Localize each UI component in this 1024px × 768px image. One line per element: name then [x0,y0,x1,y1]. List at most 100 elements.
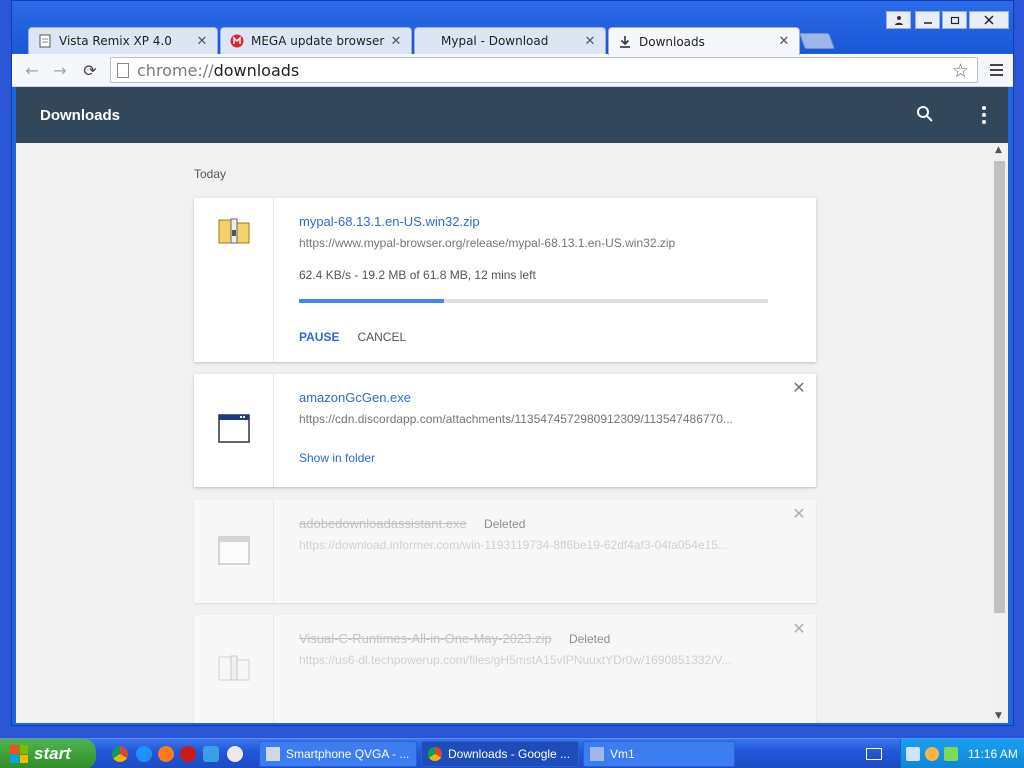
tab-label: MEGA update browser [251,34,385,48]
file-url[interactable]: https://cdn.discordapp.com/attachments/1… [299,412,776,426]
app-quicklaunch-icon[interactable] [203,746,219,762]
ie-quicklaunch-icon[interactable] [136,746,152,762]
system-tray: 11:16 AM [900,739,1024,768]
file-name-link[interactable]: mypal-68.13.1.en-US.win32.zip [299,214,776,229]
close-icon[interactable]: ✕ [777,34,791,49]
profile-button[interactable] [886,11,911,29]
download-card-deleted: adobedownloadassistant.exe Deleted https… [194,500,816,603]
close-window-button[interactable] [969,11,1009,29]
hamburger-icon [990,64,1003,66]
download-details: amazonGcGen.exe https://cdn.discordapp.c… [299,390,776,465]
page-scrollbar[interactable]: ▲ ▼ [991,143,1008,723]
remove-from-list-button[interactable]: ✕ [792,506,806,523]
cancel-button[interactable]: CANCEL [357,330,406,344]
file-icon-column [194,500,274,603]
forward-button[interactable]: → [48,59,72,81]
deleted-badge: Deleted [484,517,526,531]
search-button[interactable] [916,105,936,125]
close-icon: ✕ [792,506,806,523]
scroll-down-icon[interactable]: ▼ [995,711,1002,721]
taskbar-item-vm1[interactable]: Vm1 [583,741,735,767]
download-card: amazonGcGen.exe https://cdn.discordapp.c… [194,374,816,487]
downloads-header: Downloads [16,87,1008,143]
download-details: adobedownloadassistant.exe Deleted https… [299,516,776,552]
close-icon: ✕ [792,621,806,638]
page-icon [37,33,53,49]
download-card: mypal-68.13.1.en-US.win32.zip https://ww… [194,198,816,362]
tab-label: Vista Remix XP 4.0 [59,34,172,48]
progress-bar [299,299,768,303]
network-icon[interactable] [906,747,920,761]
bookmark-star-icon[interactable]: ☆ [952,60,969,82]
reload-button[interactable]: ⟳ [78,59,102,81]
download-card-deleted: Visual-C-Runtimes-All-in-One-May-2023.zi… [194,615,816,723]
start-button[interactable]: start [0,739,96,768]
exe-file-icon [218,536,250,565]
file-name-link[interactable]: amazonGcGen.exe [299,390,776,405]
zip-file-icon [218,218,250,244]
app-window-icon [266,747,280,761]
url-scheme: chrome:// [137,60,214,80]
tab-mypal-download[interactable]: Mypal - Download ✕ [414,27,606,54]
pause-button[interactable]: PAUSE [299,330,339,344]
firefox-quicklaunch-icon[interactable] [158,746,174,762]
downloads-page: Downloads ▲ ▼ Today mypal-68.13.1.en-US.… [16,87,1008,723]
scrollbar-thumb[interactable] [994,161,1005,613]
close-icon[interactable]: ✕ [583,34,597,49]
download-details: Visual-C-Runtimes-All-in-One-May-2023.zi… [299,631,776,667]
new-tab-button[interactable] [799,33,835,49]
close-icon[interactable]: ✕ [195,34,209,49]
scroll-up-icon[interactable]: ▲ [995,145,1002,155]
reload-icon: ⟳ [83,60,97,80]
chrome-quicklaunch-icon[interactable] [112,746,128,762]
minimize-icon [923,22,932,24]
back-button[interactable]: ← [20,59,44,81]
file-icon-column [194,374,274,487]
taskbar: start Smartphone QVGA - ... Downloads - … [0,738,1024,768]
download-details: mypal-68.13.1.en-US.win32.zip https://ww… [299,214,776,344]
media-quicklaunch-icon[interactable] [227,746,243,762]
close-icon[interactable]: ✕ [389,34,403,49]
tab-strip: Vista Remix XP 4.0 ✕ MEGA update browser… [12,1,1013,55]
search-tray-icon[interactable] [925,747,939,761]
taskbar-item-smartphone[interactable]: Smartphone QVGA - ... [259,741,417,767]
file-name: adobedownloadassistant.exe [299,516,467,531]
show-in-folder-link[interactable]: Show in folder [299,451,776,465]
remove-from-list-button[interactable]: ✕ [792,381,806,397]
address-bar[interactable]: chrome:// downloads ☆ [110,57,978,83]
maximize-button[interactable] [942,11,967,29]
tab-downloads[interactable]: Downloads ✕ [608,27,800,55]
minimize-button[interactable] [915,11,940,29]
file-icon-column [194,198,274,362]
volume-icon[interactable] [944,747,958,761]
more-vert-icon [982,106,986,110]
tab-mega-update[interactable]: MEGA update browser ✕ [220,27,412,54]
user-icon [894,16,903,25]
progress-fill [299,299,445,303]
more-options-button[interactable] [978,105,990,125]
task-label: Smartphone QVGA - ... [286,747,410,761]
download-status: 62.4 KB/s - 19.2 MB of 61.8 MB, 12 mins … [299,268,536,282]
vm-icon [590,747,604,761]
browser-window: Vista Remix XP 4.0 ✕ MEGA update browser… [11,0,1014,726]
arrow-left-icon: ← [25,60,39,80]
taskbar-item-downloads[interactable]: Downloads - Google ... [421,741,579,767]
file-url[interactable]: https://download.informer.com/win-119311… [299,538,776,552]
arrow-right-icon: → [53,60,67,80]
deleted-badge: Deleted [568,632,611,646]
exe-file-icon [218,414,250,443]
opera-quicklaunch-icon[interactable] [180,746,196,762]
tab-vista-remix[interactable]: Vista Remix XP 4.0 ✕ [28,27,218,54]
download-actions: PAUSE CANCEL [299,330,776,344]
file-name: Visual-C-Runtimes-All-in-One-May-2023.zi… [299,631,552,646]
browser-menu-button[interactable] [987,60,1007,80]
download-icon [617,34,633,50]
start-label: start [34,744,71,763]
file-url[interactable]: https://us6-dl.techpowerup.com/files/gH5… [299,653,776,667]
remove-from-list-button[interactable]: ✕ [792,621,806,638]
restore-icon [950,16,959,25]
file-url[interactable]: https://www.mypal-browser.org/release/my… [299,236,776,250]
tab-label: Mypal - Download [441,34,549,48]
keyboard-icon[interactable] [866,748,882,760]
date-group-label: Today [194,167,227,181]
